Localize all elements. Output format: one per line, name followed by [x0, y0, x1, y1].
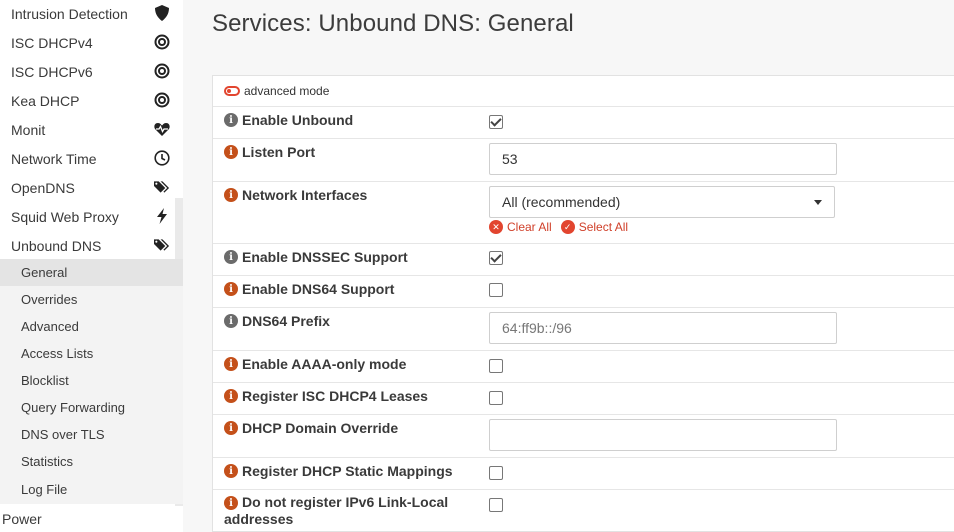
submenu-item-advanced[interactable]: Advanced [0, 313, 183, 340]
field-label: DNS64 Prefix [242, 313, 330, 329]
sidebar-item-network-time[interactable]: Network Time [0, 144, 183, 173]
clear-all-label: Clear All [507, 220, 552, 234]
interface-actions: ✕ Clear All ✓ Select All [489, 220, 637, 234]
select-value: All (recommended) [502, 194, 621, 210]
submenu-item-label: Overrides [21, 292, 78, 307]
submenu-item-label: Query Forwarding [21, 400, 126, 415]
sidebar-item-squid-web-proxy[interactable]: Squid Web Proxy [0, 202, 183, 231]
form-row-dns64-prefix: i DNS64 Prefix 64:ff9b::/96 [213, 308, 954, 351]
field-label: Enable Unbound [242, 112, 354, 128]
clock-icon [154, 150, 170, 166]
form-row-enable-dnssec: i Enable DNSSEC Support [213, 244, 954, 276]
network-interfaces-select[interactable]: All (recommended) [489, 186, 835, 218]
advanced-mode-label: advanced mode [244, 84, 330, 98]
submenu-item-label: General [21, 265, 68, 280]
submenu-item-dns-over-tls[interactable]: DNS over TLS [0, 421, 183, 448]
info-icon[interactable]: i [224, 389, 238, 403]
form-row-enable-unbound: i Enable Unbound [213, 107, 954, 139]
field-label: Enable DNS64 Support [242, 281, 395, 297]
submenu-item-label: DNS over TLS [21, 427, 105, 442]
sidebar-item-power[interactable]: Power [0, 506, 183, 532]
submenu-item-overrides[interactable]: Overrides [0, 286, 183, 313]
submenu-item-query-forwarding[interactable]: Query Forwarding [0, 394, 183, 421]
bolt-icon [154, 208, 170, 224]
field-label: Register ISC DHCP4 Leases [242, 388, 428, 404]
field-label: Listen Port [242, 144, 316, 160]
submenu-item-label: Blocklist [21, 373, 69, 388]
register-dhcp4-checkbox[interactable] [489, 391, 503, 405]
submenu-item-access-lists[interactable]: Access Lists [0, 340, 183, 367]
sidebar: Intrusion Detection ISC DHCPv4 ISC DHCPv… [0, 0, 183, 532]
enable-dnssec-checkbox[interactable] [489, 251, 503, 265]
submenu-item-label: Access Lists [21, 346, 94, 361]
sidebar-item-unbound-dns[interactable]: Unbound DNS [0, 231, 183, 260]
submenu-item-label: Statistics [21, 454, 74, 469]
form-row-register-static: i Register DHCP Static Mappings [213, 458, 954, 490]
info-icon[interactable]: i [224, 188, 238, 202]
sidebar-item-isc-dhcpv6[interactable]: ISC DHCPv6 [0, 57, 183, 86]
info-icon[interactable]: i [224, 250, 238, 264]
form-row-network-interfaces: i Network Interfaces All (recommended) ✕… [213, 182, 954, 244]
field-label: Enable AAAA-only mode [242, 356, 407, 372]
field-label: DHCP Domain Override [242, 420, 399, 436]
sidebar-item-isc-dhcpv4[interactable]: ISC DHCPv4 [0, 28, 183, 57]
submenu-item-log-file[interactable]: Log File [0, 476, 183, 503]
sidebar-item-label: Power [2, 511, 42, 527]
info-icon[interactable]: i [224, 464, 238, 478]
tags-icon [154, 179, 170, 195]
advanced-mode-toggle[interactable] [224, 86, 240, 96]
submenu-item-label: Log File [21, 482, 68, 497]
submenu-item-blocklist[interactable]: Blocklist [0, 367, 183, 394]
submenu-item-statistics[interactable]: Statistics [0, 448, 183, 475]
close-icon: ✕ [489, 220, 503, 234]
form-row-enable-dns64: i Enable DNS64 Support [213, 276, 954, 308]
tags-icon [154, 237, 170, 253]
info-icon[interactable]: i [224, 113, 238, 127]
sidebar-item-opendns[interactable]: OpenDNS [0, 173, 183, 202]
shield-icon [154, 5, 170, 21]
ipv6-linklocal-checkbox[interactable] [489, 498, 503, 512]
form-row-dhcp-domain-override: i DHCP Domain Override [213, 415, 954, 458]
form-row-aaaa-only: i Enable AAAA-only mode [213, 351, 954, 383]
select-all-label: Select All [578, 220, 629, 234]
field-label: Enable DNSSEC Support [242, 249, 408, 265]
info-icon[interactable]: i [224, 145, 238, 159]
submenu-item-general[interactable]: General [0, 259, 183, 286]
heartbeat-icon [154, 121, 170, 137]
sidebar-item-monit[interactable]: Monit [0, 115, 183, 144]
dhcp-domain-override-input[interactable] [489, 419, 837, 451]
form-row-listen-port: i Listen Port 53 [213, 139, 954, 182]
chevron-down-icon [814, 200, 822, 205]
submenu-item-label: Advanced [21, 319, 79, 334]
dns64-prefix-input[interactable]: 64:ff9b::/96 [489, 312, 837, 344]
field-label: Network Interfaces [242, 187, 368, 203]
field-label: Do not register IPv6 Link-Local addresse… [224, 494, 449, 527]
listen-port-input[interactable]: 53 [489, 143, 837, 175]
check-icon: ✓ [560, 220, 575, 234]
page-title: Services: Unbound DNS: General [212, 10, 574, 37]
info-icon[interactable]: i [224, 421, 238, 435]
advanced-mode-row: advanced mode [213, 76, 954, 107]
enable-dns64-checkbox[interactable] [489, 283, 503, 297]
form-row-ipv6-linklocal: i Do not register IPv6 Link-Local addres… [213, 490, 954, 532]
clear-all-link[interactable]: ✕ Clear All [489, 220, 552, 234]
bullseye-icon [154, 34, 170, 50]
bullseye-icon [154, 63, 170, 79]
enable-unbound-checkbox[interactable] [489, 115, 503, 129]
register-static-checkbox[interactable] [489, 466, 503, 480]
info-icon[interactable]: i [224, 282, 238, 296]
bullseye-icon [154, 92, 170, 108]
form-row-register-dhcp4: i Register ISC DHCP4 Leases [213, 383, 954, 415]
sidebar-item-kea-dhcp[interactable]: Kea DHCP [0, 86, 183, 115]
general-settings-panel: advanced mode i Enable Unbound i Listen … [212, 75, 954, 532]
aaaa-only-checkbox[interactable] [489, 359, 503, 373]
unbound-dns-submenu: General Overrides Advanced Access Lists … [0, 259, 183, 504]
select-all-link[interactable]: ✓ Select All [560, 220, 629, 234]
sidebar-item-intrusion-detection[interactable]: Intrusion Detection [0, 0, 183, 28]
info-icon[interactable]: i [224, 357, 238, 371]
field-label: Register DHCP Static Mappings [242, 463, 453, 479]
info-icon[interactable]: i [224, 314, 238, 328]
